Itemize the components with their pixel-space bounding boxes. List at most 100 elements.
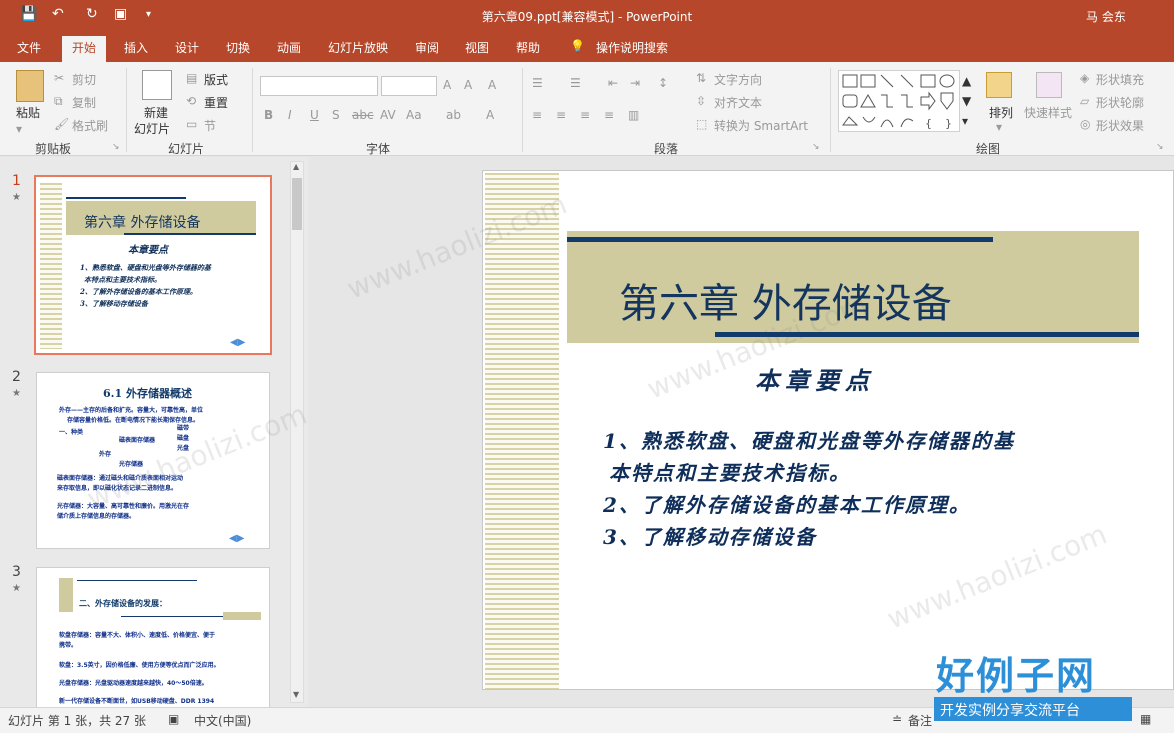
- layout-button[interactable]: 版式: [204, 71, 228, 88]
- tab-animations[interactable]: 动画: [277, 39, 301, 56]
- gallery-more-icon[interactable]: ▾: [962, 114, 968, 128]
- align-right-icon[interactable]: ≡: [580, 108, 590, 122]
- language-status[interactable]: 中文(中国): [194, 712, 251, 729]
- bold-icon[interactable]: B: [264, 108, 273, 122]
- arrange-dropdown-icon[interactable]: ▾: [996, 120, 1002, 134]
- reset-button[interactable]: 重置: [204, 94, 228, 111]
- shape-outline-button[interactable]: 形状轮廓: [1096, 94, 1144, 111]
- align-center-icon[interactable]: ≡: [556, 108, 566, 122]
- clear-format-icon[interactable]: A: [488, 78, 496, 92]
- text-direction-icon[interactable]: ⇅: [696, 71, 706, 85]
- tab-review[interactable]: 审阅: [415, 39, 439, 56]
- format-painter-icon[interactable]: 🖌: [54, 117, 69, 131]
- gallery-up-icon[interactable]: ▲: [962, 74, 971, 88]
- bullets-icon[interactable]: ☰: [532, 76, 543, 90]
- tab-design[interactable]: 设计: [175, 39, 199, 56]
- scroll-up-icon[interactable]: ▲: [293, 162, 299, 171]
- drawing-launcher-icon[interactable]: ↘: [1156, 142, 1164, 152]
- char-spacing-icon[interactable]: AV: [380, 108, 396, 122]
- gallery-down-icon[interactable]: ▼: [962, 94, 971, 108]
- smartart-icon[interactable]: ⬚: [696, 117, 707, 131]
- font-color-icon[interactable]: A: [486, 108, 494, 122]
- arrange-icon[interactable]: [986, 72, 1012, 98]
- columns-icon[interactable]: ▥: [628, 108, 639, 122]
- scrollbar-thumb[interactable]: [292, 178, 302, 230]
- spellcheck-icon[interactable]: ▣: [168, 712, 179, 726]
- shrink-font-icon[interactable]: A: [464, 78, 472, 92]
- convert-smartart-button[interactable]: 转换为 SmartArt: [714, 117, 808, 134]
- font-name-combo[interactable]: [260, 76, 378, 96]
- slide-canvas[interactable]: 第六章 外存储设备 本章要点 1、熟悉软盘、硬盘和光盘等外存储器的基 本特点和主…: [482, 170, 1174, 690]
- format-painter-button[interactable]: 格式刷: [72, 117, 108, 134]
- shape-outline-icon[interactable]: ▱: [1080, 94, 1089, 108]
- thumb-line: 本特点和主要技术指标。: [84, 275, 161, 284]
- scroll-down-icon[interactable]: ▼: [293, 690, 299, 699]
- thumbnail-scrollbar[interactable]: ▲ ▼: [290, 161, 304, 703]
- slide-body-line[interactable]: 1、熟悉软盘、硬盘和光盘等外存储器的基: [603, 425, 1015, 454]
- quick-styles-button[interactable]: 快速样式: [1024, 104, 1072, 121]
- new-slide-button-line2[interactable]: 幻灯片: [134, 120, 170, 137]
- italic-icon[interactable]: I: [288, 108, 292, 122]
- slide-thumbnail-2[interactable]: 6.1 外存储器概述 外存——主存的后备和扩充。容量大，可靠性高，单位 存储容量…: [36, 372, 270, 549]
- increase-indent-icon[interactable]: ⇥: [630, 76, 640, 90]
- slide-title[interactable]: 第六章 外存储设备: [619, 271, 952, 329]
- slide-thumbnail-1[interactable]: 第六章 外存储设备 本章要点 1、熟悉软盘、硬盘和光盘等外存储器的基 本特点和主…: [34, 175, 272, 355]
- strikethrough-icon[interactable]: abc: [352, 108, 374, 122]
- justify-icon[interactable]: ≡: [604, 108, 614, 122]
- tab-insert[interactable]: 插入: [124, 39, 148, 56]
- shapes-gallery[interactable]: {}: [838, 70, 960, 132]
- change-case-icon[interactable]: Aa: [406, 108, 422, 122]
- tab-file[interactable]: 文件: [17, 39, 41, 56]
- thumb-line: 光盘: [177, 445, 190, 452]
- shape-fill-button[interactable]: 形状填充: [1096, 71, 1144, 88]
- cut-icon[interactable]: ✂: [54, 71, 64, 85]
- text-direction-button[interactable]: 文字方向: [714, 71, 762, 88]
- decrease-indent-icon[interactable]: ⇤: [608, 76, 618, 90]
- underline-icon[interactable]: U: [310, 108, 319, 122]
- section-button[interactable]: 节: [204, 117, 216, 134]
- slide-body-line[interactable]: 3、了解移动存储设备: [603, 521, 817, 550]
- grow-font-icon[interactable]: A: [443, 78, 451, 92]
- align-left-icon[interactable]: ≡: [532, 108, 542, 122]
- paste-icon[interactable]: [16, 70, 44, 102]
- slide-body-line[interactable]: 本特点和主要技术指标。: [609, 457, 851, 486]
- new-slide-button[interactable]: 新建: [144, 104, 168, 121]
- slide-body-line[interactable]: 2、了解外存储设备的基本工作原理。: [603, 489, 971, 518]
- new-slide-icon[interactable]: [142, 70, 172, 100]
- clipboard-launcher-icon[interactable]: ↘: [112, 142, 120, 152]
- copy-icon[interactable]: ⧉: [54, 94, 63, 109]
- arrange-button[interactable]: 排列: [989, 104, 1013, 121]
- tell-me-search[interactable]: 操作说明搜索: [596, 39, 668, 56]
- thumb-line: 3、了解移动存储设备: [80, 299, 148, 308]
- normal-view-icon[interactable]: ▦: [1140, 712, 1151, 726]
- notes-button[interactable]: 备注: [908, 712, 932, 729]
- tab-slideshow[interactable]: 幻灯片放映: [328, 39, 388, 56]
- tab-help[interactable]: 帮助: [516, 39, 540, 56]
- font-size-combo[interactable]: [381, 76, 437, 96]
- paragraph-launcher-icon[interactable]: ↘: [812, 142, 820, 152]
- copy-button[interactable]: 复制: [72, 94, 96, 111]
- cut-button[interactable]: 剪切: [72, 71, 96, 88]
- shape-effects-icon[interactable]: ◎: [1080, 117, 1090, 131]
- shape-fill-icon[interactable]: ◈: [1080, 71, 1089, 85]
- paste-dropdown-icon[interactable]: ▾: [16, 122, 22, 136]
- highlight-icon[interactable]: ab: [446, 108, 461, 122]
- tab-transitions[interactable]: 切换: [226, 39, 250, 56]
- tab-view[interactable]: 视图: [465, 39, 489, 56]
- layout-icon[interactable]: ▤: [186, 71, 197, 85]
- section-icon[interactable]: ▭: [186, 117, 197, 131]
- reset-icon[interactable]: ⟲: [186, 94, 196, 108]
- user-name[interactable]: 马 会东: [1086, 8, 1126, 25]
- align-text-button[interactable]: 对齐文本: [714, 94, 762, 111]
- shadow-icon[interactable]: S: [332, 108, 340, 122]
- slide-thumbnail-3[interactable]: 二、外存储设备的发展： 软盘存储器：容量不大、体积小、速度低、价格便宜、便于 携…: [36, 567, 270, 707]
- quick-styles-icon[interactable]: [1036, 72, 1062, 98]
- slide-subtitle[interactable]: 本章要点: [755, 361, 875, 396]
- align-text-icon[interactable]: ⇳: [696, 94, 706, 108]
- tab-home[interactable]: 开始: [62, 36, 107, 62]
- paste-button[interactable]: 粘贴: [16, 104, 40, 121]
- numbering-icon[interactable]: ☰: [570, 76, 581, 90]
- line-spacing-icon[interactable]: ↕: [658, 76, 668, 90]
- notes-icon[interactable]: ≐: [892, 712, 902, 726]
- shape-effects-button[interactable]: 形状效果: [1096, 117, 1144, 134]
